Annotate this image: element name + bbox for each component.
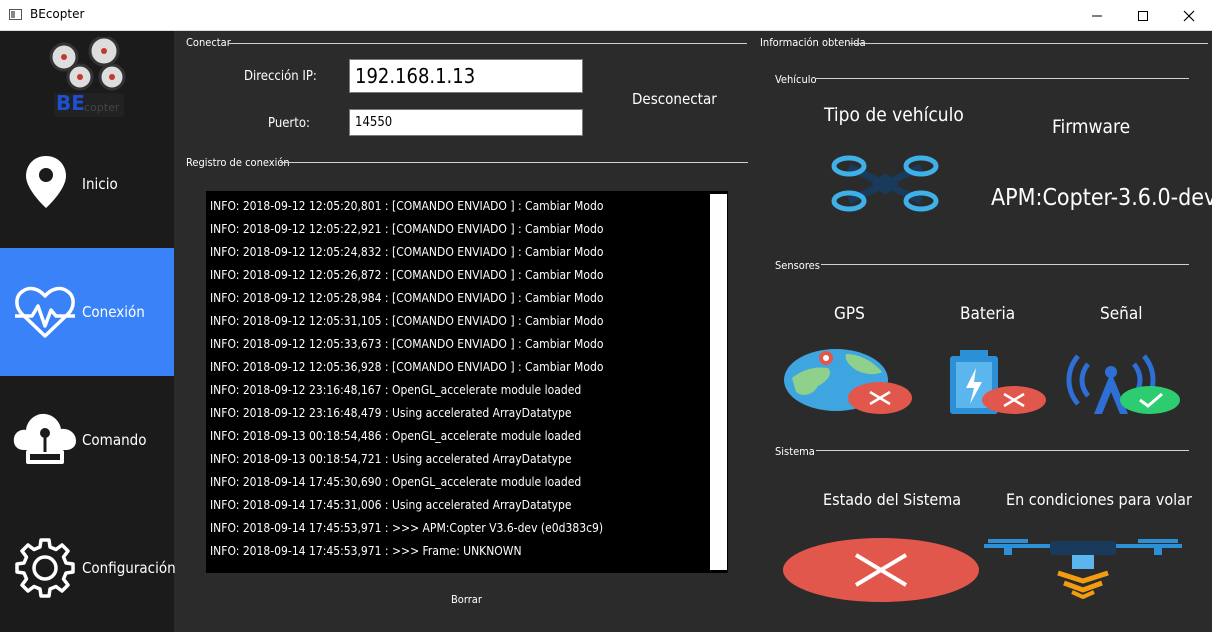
log-line: INFO: 2018-09-13 00:18:54,721 : Using ac…	[210, 452, 572, 466]
ready-to-fly-label: En condiciones para volar	[1006, 490, 1192, 509]
minimize-icon	[1092, 15, 1102, 16]
maximize-icon	[1138, 10, 1148, 21]
system-status-label: Estado del Sistema	[823, 490, 962, 509]
log-line: INFO: 2018-09-14 17:45:53,971 : >>> Fram…	[210, 544, 522, 558]
status-error-icon	[783, 538, 979, 602]
port-label: Puerto:	[268, 116, 310, 131]
log-line: INFO: 2018-09-12 12:05:24,832 : [COMANDO…	[210, 245, 604, 259]
vehiculo-group-title: Vehículo	[775, 73, 817, 86]
drone-logo-icon	[49, 35, 126, 91]
app-icon	[9, 9, 22, 20]
sidebar: BE copter Inicio Conexión Comando Config…	[0, 31, 176, 632]
divider	[849, 43, 1208, 44]
log-line: INFO: 2018-09-12 12:05:31,105 : [COMANDO…	[210, 314, 604, 328]
globe-icon	[784, 349, 912, 414]
vehicle-type-label: Tipo de vehículo	[824, 104, 964, 126]
sidebar-item-label: Conexión	[82, 303, 145, 321]
close-icon	[1183, 10, 1195, 21]
location-pin-icon	[26, 156, 66, 208]
divider	[228, 43, 747, 44]
quadcopter-icon	[831, 155, 939, 212]
divider	[821, 264, 1189, 265]
ip-label: Dirección IP:	[244, 69, 317, 84]
sistema-group-title: Sistema	[775, 445, 815, 458]
conectar-group-title: Conectar	[186, 36, 231, 49]
divider	[816, 78, 1189, 79]
registro-group-title: Registro de conexión	[186, 156, 290, 169]
close-button[interactable]	[1166, 0, 1212, 31]
log-line: INFO: 2018-09-13 00:18:54,486 : OpenGL_a…	[210, 429, 582, 443]
divider	[816, 450, 1189, 451]
log-line: INFO: 2018-09-12 12:05:36,928 : [COMANDO…	[210, 360, 604, 374]
cloud-joystick-icon	[13, 413, 77, 464]
logo-subtext: copter	[84, 101, 120, 114]
port-input[interactable]: 14550	[349, 109, 583, 136]
maximize-button[interactable]	[1120, 0, 1166, 31]
log-line: INFO: 2018-09-12 23:16:48,479 : Using ac…	[210, 406, 572, 420]
divider	[280, 162, 748, 163]
sidebar-item-label: Comando	[82, 431, 147, 449]
drone-landing-icon	[984, 539, 1182, 599]
sidebar-item-label: Configuración	[82, 559, 176, 577]
clear-log-button[interactable]: Borrar	[451, 593, 482, 606]
log-line: INFO: 2018-09-12 12:05:33,673 : [COMANDO…	[210, 337, 604, 351]
sidebar-item-configuracion[interactable]: Configuración	[0, 504, 176, 632]
signal-label: Señal	[1100, 304, 1143, 324]
log-line: INFO: 2018-09-14 17:45:30,690 : OpenGL_a…	[210, 475, 582, 489]
logo-text: BE	[56, 91, 85, 115]
sidebar-item-conexion[interactable]: Conexión	[0, 248, 174, 376]
firmware-label: Firmware	[1052, 116, 1131, 138]
log-line: INFO: 2018-09-12 12:05:26,872 : [COMANDO…	[210, 268, 604, 282]
sidebar-item-comando[interactable]: Comando	[0, 376, 174, 504]
log-line: INFO: 2018-09-12 12:05:22,921 : [COMANDO…	[210, 222, 604, 236]
log-line: INFO: 2018-09-14 17:45:53,971 : >>> APM:…	[210, 521, 604, 535]
gear-icon	[15, 538, 75, 598]
log-line: INFO: 2018-09-12 23:16:48,167 : OpenGL_a…	[210, 383, 582, 397]
log-line: INFO: 2018-09-12 12:05:20,801 : [COMANDO…	[210, 199, 604, 213]
log-line: INFO: 2018-09-12 12:05:28,984 : [COMANDO…	[210, 291, 604, 305]
disconnect-button[interactable]: Desconectar	[632, 90, 717, 108]
gps-label: GPS	[834, 304, 865, 324]
title-bar: BEcopter	[0, 0, 1212, 31]
firmware-value: APM:Copter-3.6.0-dev0	[991, 185, 1212, 211]
signal-tower-icon	[1066, 354, 1180, 414]
heartbeat-icon	[15, 286, 75, 338]
sensores-group-title: Sensores	[775, 259, 820, 272]
window-title: BEcopter	[30, 7, 85, 21]
battery-icon	[950, 350, 1046, 414]
app-logo: BE copter	[46, 35, 130, 119]
ip-input[interactable]: 192.168.1.13	[349, 59, 583, 93]
sidebar-item-label: Inicio	[82, 175, 118, 193]
log-line: INFO: 2018-09-14 17:45:31,006 : Using ac…	[210, 498, 572, 512]
sidebar-item-inicio[interactable]: Inicio	[0, 120, 174, 248]
connection-log[interactable]: INFO: 2018-09-12 12:05:20,801 : [COMANDO…	[206, 191, 728, 573]
battery-label: Bateria	[960, 304, 1016, 324]
log-scrollbar[interactable]	[710, 194, 727, 570]
minimize-button[interactable]	[1074, 0, 1120, 31]
